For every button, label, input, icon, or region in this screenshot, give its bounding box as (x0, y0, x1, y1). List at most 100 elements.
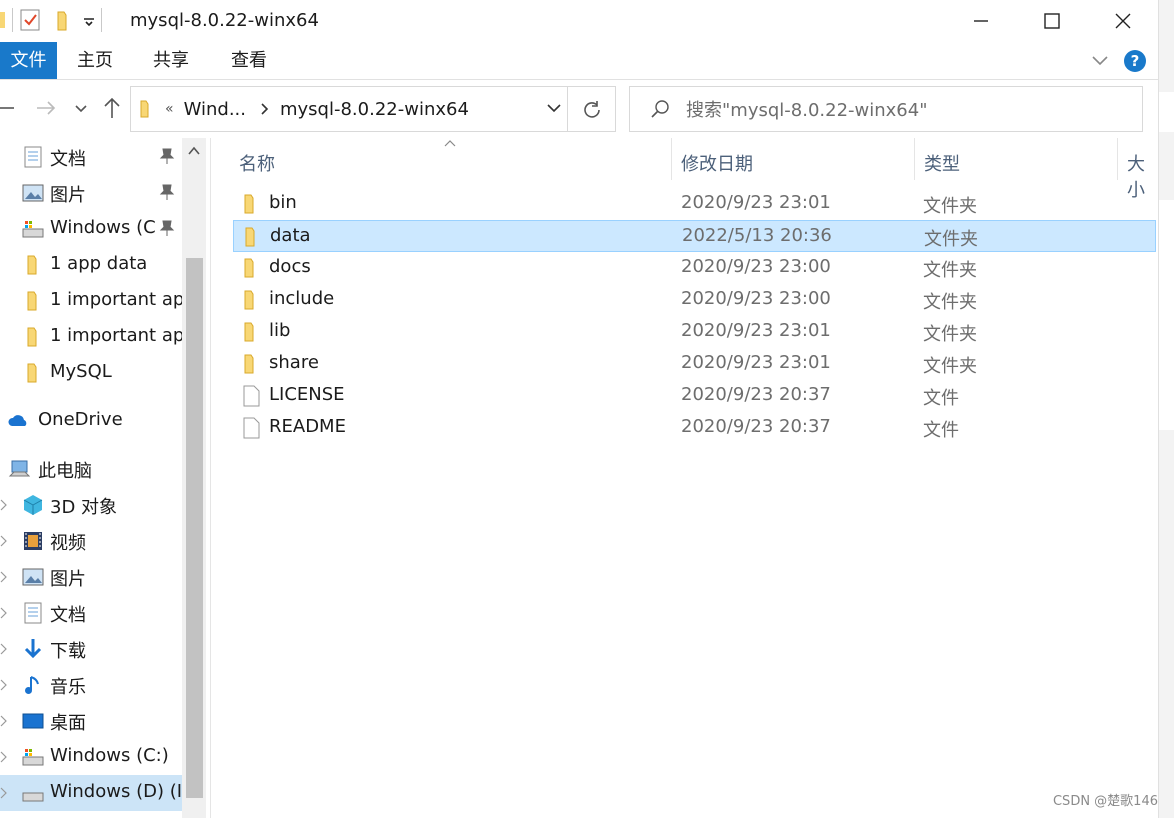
refresh-button[interactable] (567, 87, 615, 131)
sidebar-item-label: 1 important ap (50, 325, 182, 346)
downloads-icon (24, 639, 42, 659)
sidebar-item-label: 下载 (50, 641, 86, 662)
search-placeholder: 搜索"mysql-8.0.22-winx64" (686, 100, 928, 121)
sort-ascending-icon (444, 140, 456, 147)
sidebar-item-label: OneDrive (38, 409, 123, 430)
sidebar-item-onedrive[interactable]: OneDrive (0, 403, 182, 439)
sidebar-item-label: Windows (C (50, 217, 156, 238)
sidebar-item-documents-pinned[interactable]: 文档 (0, 139, 182, 175)
folder-icon (140, 100, 149, 118)
folder-icon (244, 290, 254, 310)
chevron-down-icon[interactable] (83, 14, 95, 26)
folder-icon (244, 258, 254, 278)
chevron-right-icon[interactable] (0, 499, 8, 511)
column-name[interactable]: 名称 (239, 150, 275, 176)
close-button[interactable] (1087, 0, 1158, 42)
sidebar-item-this-pc[interactable]: 此电脑 (0, 451, 182, 487)
sidebar-item-1-app-data[interactable]: 1 app data (0, 247, 182, 283)
sidebar-item-1-important-ap-2[interactable]: 1 important ap (0, 319, 182, 355)
chevron-right-icon[interactable] (0, 571, 8, 583)
file-row[interactable]: LICENSE 2020/9/23 20:37 文件 (233, 380, 1156, 412)
file-date: 2020/9/23 23:00 (681, 256, 831, 277)
pin-icon[interactable] (159, 219, 175, 237)
minimize-button[interactable] (945, 0, 1016, 42)
sidebar-item-pictures-pinned[interactable]: 图片 (0, 175, 182, 211)
file-row[interactable]: data 2022/5/13 20:36 文件夹 (233, 220, 1156, 252)
chevron-right-icon[interactable] (0, 679, 8, 691)
sidebar-item-downloads[interactable]: 下载 (0, 631, 182, 667)
recent-locations-chevron-icon[interactable] (74, 96, 88, 120)
chevron-right-icon[interactable] (0, 751, 8, 763)
search-box[interactable]: 搜索"mysql-8.0.22-winx64" (629, 86, 1143, 132)
sidebar-scrollbar[interactable] (182, 138, 206, 818)
sidebar-item-desktop[interactable]: 桌面 (0, 703, 182, 739)
chevron-down-icon[interactable] (545, 99, 563, 117)
breadcrumb-current[interactable]: mysql-8.0.22-winx64 (280, 99, 469, 120)
document-icon (24, 146, 42, 168)
file-date: 2020/9/23 23:00 (681, 288, 831, 309)
forward-arrow-icon[interactable] (34, 96, 58, 120)
column-date-modified[interactable]: 修改日期 (681, 150, 753, 176)
title-bar: mysql-8.0.22-winx64 (0, 0, 1158, 42)
watermark: CSDN @楚歌146 (1052, 794, 1158, 809)
tab-home[interactable]: 主页 (77, 42, 113, 79)
file-row[interactable]: docs 2020/9/23 23:00 文件夹 (233, 252, 1156, 284)
address-bar[interactable]: « Wind... mysql-8.0.22-winx64 (130, 86, 616, 132)
sidebar-item-3d-objects[interactable]: 3D 对象 (0, 487, 182, 523)
tab-view[interactable]: 查看 (231, 42, 267, 79)
sidebar-item-pictures[interactable]: 图片 (0, 559, 182, 595)
refresh-icon (583, 101, 600, 118)
chevron-right-icon[interactable] (0, 535, 8, 547)
file-row[interactable]: README 2020/9/23 20:37 文件 (233, 412, 1156, 444)
breadcrumb-overflow[interactable]: « (165, 101, 174, 117)
divider (671, 138, 672, 180)
file-row[interactable]: lib 2020/9/23 23:01 文件夹 (233, 316, 1156, 348)
sidebar-item-windows-c[interactable]: Windows (C:) (0, 739, 182, 775)
file-row[interactable]: share 2020/9/23 23:01 文件夹 (233, 348, 1156, 380)
file-type: 文件 (923, 388, 959, 409)
tab-file[interactable]: 文件 (0, 42, 57, 79)
properties-icon[interactable] (19, 8, 41, 32)
chevron-right-icon[interactable] (0, 715, 8, 727)
tab-share[interactable]: 共享 (153, 42, 189, 79)
desktop-icon (22, 713, 44, 729)
sidebar-item-mysql[interactable]: MySQL (0, 355, 182, 391)
search-icon (651, 100, 669, 118)
document-icon (24, 602, 42, 624)
pictures-icon (22, 568, 44, 586)
file-name: docs (269, 256, 311, 277)
sidebar-item-windows-c-pinned[interactable]: Windows (C (0, 211, 182, 247)
up-arrow-icon[interactable] (101, 96, 123, 120)
scrollbar-thumb[interactable] (186, 258, 203, 798)
file-date: 2020/9/23 20:37 (681, 416, 831, 437)
file-row[interactable]: include 2020/9/23 23:00 文件夹 (233, 284, 1156, 316)
sidebar-item-label: Windows (D) (I (50, 781, 182, 802)
column-type[interactable]: 类型 (924, 150, 960, 176)
sidebar-item-1-important-ap[interactable]: 1 important ap (0, 283, 182, 319)
chevron-right-icon[interactable] (0, 607, 8, 619)
back-arrow-icon[interactable] (0, 96, 16, 120)
file-type: 文件夹 (924, 229, 978, 250)
new-folder-icon[interactable] (55, 8, 73, 32)
file-row[interactable]: bin 2020/9/23 23:01 文件夹 (233, 188, 1156, 220)
close-icon (1115, 13, 1130, 29)
maximize-button[interactable] (1016, 0, 1087, 42)
breadcrumb-root[interactable]: Wind... (184, 99, 246, 120)
sidebar-item-music[interactable]: 音乐 (0, 667, 182, 703)
file-date: 2020/9/23 23:01 (681, 320, 831, 341)
pin-icon[interactable] (159, 183, 175, 201)
column-header-row: 名称 修改日期 类型 大小 (211, 138, 1158, 201)
drive-icon (22, 749, 44, 766)
file-date: 2020/9/23 23:01 (681, 192, 831, 213)
sidebar-item-videos[interactable]: 视频 (0, 523, 182, 559)
expand-ribbon-icon[interactable] (1088, 48, 1112, 72)
scroll-up-icon[interactable] (188, 146, 200, 156)
pin-icon[interactable] (159, 147, 175, 165)
breadcrumb-chevron-icon[interactable] (260, 102, 270, 116)
help-button[interactable]: ? (1124, 50, 1146, 72)
sidebar-item-documents[interactable]: 文档 (0, 595, 182, 631)
sidebar-item-windows-d[interactable]: Windows (D) (I (0, 775, 182, 811)
chevron-right-icon[interactable] (0, 787, 8, 799)
sidebar-item-label: 此电脑 (38, 461, 92, 482)
chevron-right-icon[interactable] (0, 643, 8, 655)
